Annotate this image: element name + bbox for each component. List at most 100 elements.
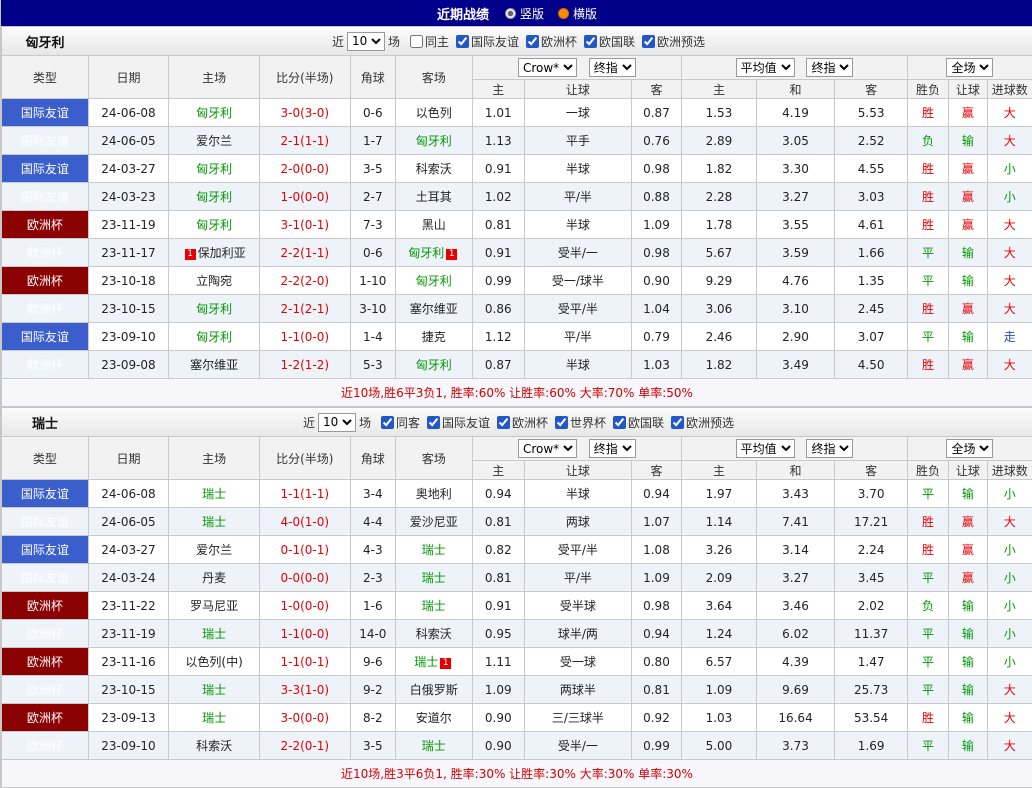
- match-score[interactable]: 3-1(0-1): [259, 211, 350, 239]
- away-team-name[interactable]: 匈牙利: [416, 134, 452, 148]
- asia-odds-time-select[interactable]: 终指: [589, 58, 636, 77]
- away-team-name[interactable]: 匈牙利: [416, 358, 452, 372]
- match-type[interactable]: 欧洲杯: [2, 211, 89, 239]
- match-score[interactable]: 2-0(0-0): [259, 155, 350, 183]
- match-score[interactable]: 3-0(3-0): [259, 99, 350, 127]
- home-team-name[interactable]: 立陶宛: [196, 274, 232, 288]
- away-team-name[interactable]: 奥地利: [416, 487, 452, 501]
- match-type[interactable]: 欧洲杯: [2, 295, 89, 323]
- recent-count-select[interactable]: 10: [347, 32, 385, 51]
- filter-checkbox[interactable]: [642, 35, 655, 48]
- filter-option[interactable]: 世界杯: [555, 414, 606, 431]
- match-type[interactable]: 欧洲杯: [2, 592, 89, 620]
- filter-option[interactable]: 同客: [381, 414, 420, 431]
- match-type[interactable]: 国际友谊: [2, 564, 89, 592]
- filter-option[interactable]: 同主: [410, 33, 449, 50]
- home-team-name[interactable]: 塞尔维亚: [190, 358, 238, 372]
- result-scope-select[interactable]: 全场: [946, 58, 993, 77]
- euro-odds-time-select[interactable]: 终指: [806, 439, 853, 458]
- home-team-name[interactable]: 瑞士: [202, 683, 226, 697]
- filter-checkbox[interactable]: [381, 416, 394, 429]
- match-type[interactable]: 欧洲杯: [2, 239, 89, 267]
- match-type[interactable]: 国际友谊: [2, 323, 89, 351]
- match-type[interactable]: 国际友谊: [2, 480, 89, 508]
- match-type[interactable]: 欧洲杯: [2, 620, 89, 648]
- asia-odds-source-select[interactable]: Crow*: [518, 439, 577, 458]
- euro-odds-source-select[interactable]: 平均值: [736, 439, 795, 458]
- filter-option[interactable]: 欧国联: [584, 33, 635, 50]
- euro-odds-source-select[interactable]: 平均值: [736, 58, 795, 77]
- match-type[interactable]: 欧洲杯: [2, 267, 89, 295]
- home-team-name[interactable]: 瑞士: [202, 487, 226, 501]
- away-team-name[interactable]: 爱沙尼亚: [410, 515, 458, 529]
- away-team-name[interactable]: 土耳其: [416, 190, 452, 204]
- filter-option[interactable]: 国际友谊: [427, 414, 490, 431]
- filter-checkbox[interactable]: [555, 416, 568, 429]
- match-type[interactable]: 国际友谊: [2, 127, 89, 155]
- home-team-name[interactable]: 匈牙利: [196, 302, 232, 316]
- result-scope-select[interactable]: 全场: [946, 439, 993, 458]
- match-score[interactable]: 1-0(0-0): [259, 183, 350, 211]
- home-team-name[interactable]: 匈牙利: [196, 190, 232, 204]
- match-type[interactable]: 欧洲杯: [2, 351, 89, 379]
- away-team-name[interactable]: 捷克: [422, 330, 446, 344]
- match-score[interactable]: 1-2(1-2): [259, 351, 350, 379]
- home-team-name[interactable]: 匈牙利: [196, 106, 232, 120]
- home-team-name[interactable]: 匈牙利: [196, 218, 232, 232]
- match-type[interactable]: 国际友谊: [2, 536, 89, 564]
- match-type[interactable]: 国际友谊: [2, 508, 89, 536]
- match-score[interactable]: 2-2(0-1): [259, 732, 350, 760]
- match-score[interactable]: 1-1(0-0): [259, 323, 350, 351]
- match-type[interactable]: 国际友谊: [2, 99, 89, 127]
- away-team-name[interactable]: 瑞士: [422, 571, 446, 585]
- match-type[interactable]: 欧洲杯: [2, 704, 89, 732]
- match-score[interactable]: 2-2(2-0): [259, 267, 350, 295]
- away-team-name[interactable]: 科索沃: [416, 627, 452, 641]
- filter-option[interactable]: 国际友谊: [456, 33, 519, 50]
- away-team-name[interactable]: 安道尔: [416, 711, 452, 725]
- away-team-name[interactable]: 以色列: [416, 106, 452, 120]
- home-team-name[interactable]: 罗马尼亚: [190, 599, 238, 613]
- away-team-name[interactable]: 匈牙利: [416, 274, 452, 288]
- away-team-name[interactable]: 科索沃: [416, 162, 452, 176]
- filter-checkbox[interactable]: [427, 416, 440, 429]
- filter-option[interactable]: 欧洲预选: [642, 33, 705, 50]
- asia-odds-source-select[interactable]: Crow*: [518, 58, 577, 77]
- away-team-name[interactable]: 塞尔维亚: [410, 302, 458, 316]
- filter-checkbox[interactable]: [526, 35, 539, 48]
- away-team-name[interactable]: 瑞士: [414, 655, 438, 669]
- away-team-name[interactable]: 白俄罗斯: [410, 683, 458, 697]
- match-score[interactable]: 1-0(0-0): [259, 592, 350, 620]
- match-score[interactable]: 2-2(1-1): [259, 239, 350, 267]
- match-score[interactable]: 2-1(1-1): [259, 127, 350, 155]
- home-team-name[interactable]: 以色列(中): [185, 655, 242, 669]
- match-type[interactable]: 国际友谊: [2, 183, 89, 211]
- filter-checkbox[interactable]: [456, 35, 469, 48]
- match-score[interactable]: 1-1(1-1): [259, 480, 350, 508]
- home-team-name[interactable]: 匈牙利: [196, 330, 232, 344]
- filter-option[interactable]: 欧洲杯: [497, 414, 548, 431]
- filter-option[interactable]: 欧洲杯: [526, 33, 577, 50]
- match-type[interactable]: 欧洲杯: [2, 648, 89, 676]
- home-team-name[interactable]: 瑞士: [202, 627, 226, 641]
- match-score[interactable]: 2-1(2-1): [259, 295, 350, 323]
- home-team-name[interactable]: 爱尔兰: [196, 543, 232, 557]
- match-score[interactable]: 0-1(0-1): [259, 536, 350, 564]
- away-team-name[interactable]: 黑山: [422, 218, 446, 232]
- home-team-name[interactable]: 匈牙利: [196, 162, 232, 176]
- filter-option[interactable]: 欧洲预选: [671, 414, 734, 431]
- view-option-vertical[interactable]: 竖版: [505, 5, 544, 22]
- away-team-name[interactable]: 瑞士: [422, 739, 446, 753]
- away-team-name[interactable]: 瑞士: [422, 543, 446, 557]
- filter-checkbox[interactable]: [613, 416, 626, 429]
- home-team-name[interactable]: 保加利亚: [198, 246, 246, 260]
- away-team-name[interactable]: 匈牙利: [408, 246, 444, 260]
- match-type[interactable]: 欧洲杯: [2, 676, 89, 704]
- home-team-name[interactable]: 丹麦: [202, 571, 226, 585]
- recent-count-select[interactable]: 10: [318, 413, 356, 432]
- home-team-name[interactable]: 瑞士: [202, 515, 226, 529]
- home-team-name[interactable]: 爱尔兰: [196, 134, 232, 148]
- filter-checkbox[interactable]: [410, 35, 423, 48]
- match-score[interactable]: 1-1(0-1): [259, 648, 350, 676]
- match-score[interactable]: 1-1(0-0): [259, 620, 350, 648]
